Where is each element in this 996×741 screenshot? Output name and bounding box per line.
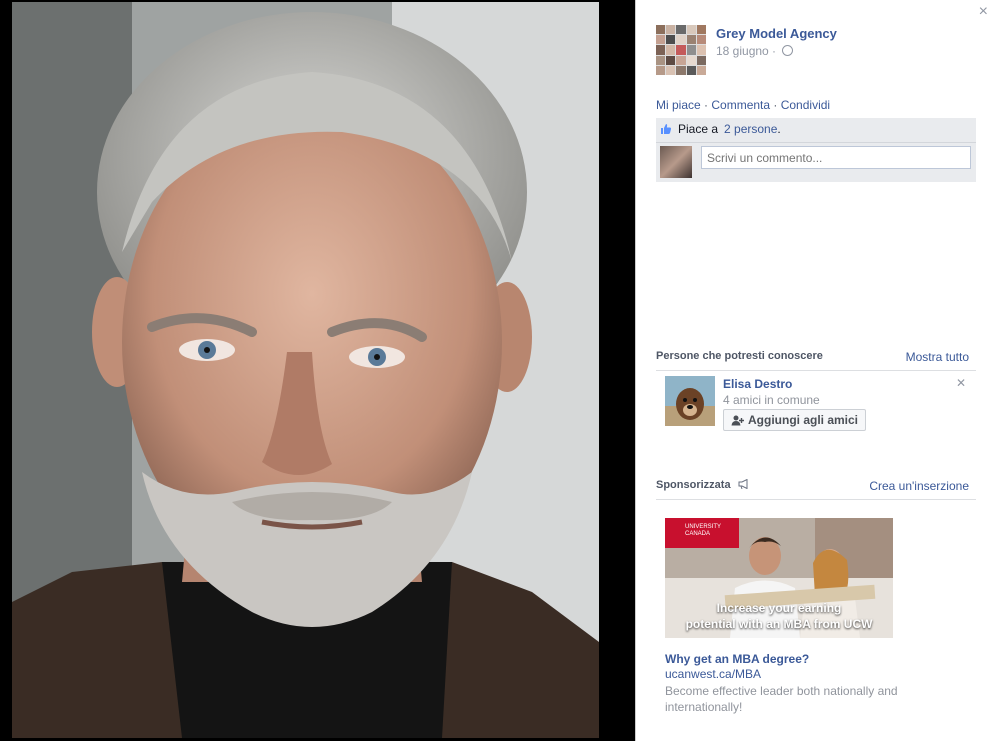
- divider: [656, 499, 976, 500]
- photo-viewer-stage: [0, 0, 635, 741]
- add-friend-label: Aggiungi agli amici: [748, 413, 859, 427]
- thumbs-up-icon: [661, 124, 672, 134]
- sponsored-label: Sponsorizzata: [656, 479, 731, 491]
- comment-link[interactable]: Commenta: [711, 98, 770, 112]
- ad-image-caption: Increase your earning potential with an …: [665, 600, 893, 632]
- close-icon[interactable]: ✕: [956, 376, 966, 390]
- see-all-link[interactable]: Mostra tutto: [906, 350, 969, 364]
- pymk-photo[interactable]: [665, 376, 715, 426]
- likes-prefix: Piace a: [678, 122, 719, 136]
- add-friend-icon: [731, 415, 744, 425]
- ad-image[interactable]: UNIVERSITY CANADA Increase your earning …: [665, 518, 893, 638]
- ad-caption-line: potential with an MBA from UCW: [685, 617, 873, 631]
- pymk-title: Persone che potresti conoscere: [656, 350, 823, 362]
- main-photo[interactable]: [12, 2, 599, 738]
- add-friend-button[interactable]: Aggiungi agli amici: [723, 409, 867, 431]
- user-avatar[interactable]: [660, 146, 692, 178]
- like-link[interactable]: Mi piace: [656, 98, 701, 112]
- page-name[interactable]: Grey Model Agency: [716, 26, 837, 41]
- megaphone-icon[interactable]: [738, 479, 750, 489]
- ad-logo-text: CANADA: [685, 531, 711, 537]
- action-separator: ·: [770, 98, 781, 112]
- sponsored-title: Sponsorizzata: [656, 479, 750, 491]
- divider: [656, 370, 976, 371]
- ad-url[interactable]: ucanwest.ca/MBA: [665, 667, 761, 681]
- action-separator: ·: [700, 98, 712, 112]
- post-date: 18 giugno ·: [716, 44, 794, 58]
- post-actions: Mi piace · Commenta · Condividi: [656, 98, 830, 112]
- pymk-mutual-friends[interactable]: 4 amici in comune: [723, 393, 820, 407]
- create-ad-link[interactable]: Crea un'inserzione: [869, 479, 969, 493]
- ad-headline[interactable]: Why get an MBA degree?: [665, 652, 809, 666]
- close-icon[interactable]: ×: [979, 4, 988, 20]
- feedback-box: Piace a 2 persone.: [656, 118, 976, 182]
- ad-caption-line: Increase your earning: [716, 601, 842, 615]
- likes-summary: Piace a 2 persone.: [660, 122, 781, 136]
- pymk-name[interactable]: Elisa Destro: [723, 377, 792, 391]
- divider: [656, 142, 976, 143]
- likes-count-link[interactable]: 2 persone: [724, 122, 777, 136]
- ad-logo-text: UNIVERSITY: [685, 524, 722, 530]
- globe-icon: [782, 45, 794, 56]
- share-link[interactable]: Condividi: [781, 98, 830, 112]
- ad-body: Become effective leader both nationally …: [665, 684, 898, 714]
- ad-brand-logo: UNIVERSITY CANADA: [665, 518, 739, 548]
- post-date-text[interactable]: 18 giugno ·: [716, 44, 776, 58]
- comment-input[interactable]: [701, 146, 971, 169]
- post-sidebar: × Grey Model Agency 18 giugno · Mi piace…: [635, 0, 996, 741]
- likes-suffix: .: [777, 122, 781, 136]
- page-avatar[interactable]: [656, 25, 706, 75]
